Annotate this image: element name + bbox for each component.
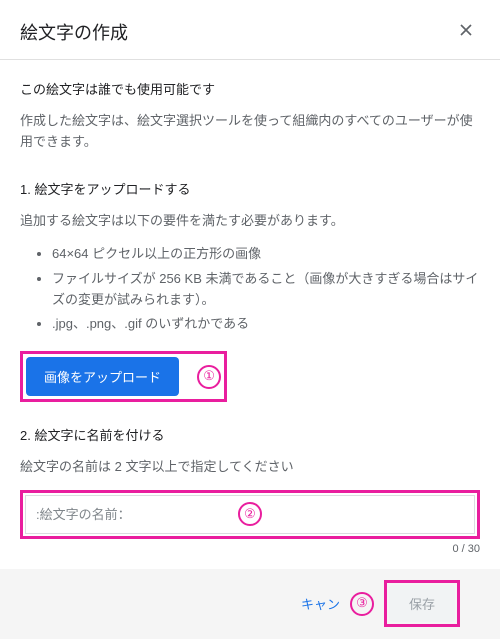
save-button[interactable]: 保存 bbox=[389, 585, 455, 622]
requirement-item: ファイルサイズが 256 KB 未満であること（画像が大きすぎる場合はサイズの変… bbox=[52, 269, 480, 311]
dialog-content: この絵文字は誰でも使用可能です 作成した絵文字は、絵文字選択ツールを使って組織内… bbox=[0, 60, 500, 639]
section-name-title: 2. 絵文字に名前を付ける bbox=[20, 426, 480, 447]
annotation-badge-3: ③ bbox=[350, 592, 374, 616]
create-emoji-dialog: 絵文字の作成 この絵文字は誰でも使用可能です 作成した絵文字は、絵文字選択ツール… bbox=[0, 0, 500, 569]
section-upload-desc: 追加する絵文字は以下の要件を満たす必要があります。 bbox=[20, 211, 480, 232]
intro-description: 作成した絵文字は、絵文字選択ツールを使って組織内のすべてのユーザーが使用できます… bbox=[20, 111, 480, 153]
requirements-list: 64×64 ピクセル以上の正方形の画像 ファイルサイズが 256 KB 未満であ… bbox=[20, 244, 480, 335]
upload-row: 画像をアップロード ① bbox=[20, 351, 227, 402]
cancel-button[interactable]: キャン bbox=[295, 586, 346, 621]
requirement-item: .jpg、.png、.gif のいずれかである bbox=[52, 314, 480, 335]
annotation-badge-1: ① bbox=[197, 365, 221, 389]
section-name-desc: 絵文字の名前は 2 文字以上で指定してください bbox=[20, 457, 480, 478]
dialog-header: 絵文字の作成 bbox=[0, 0, 500, 60]
dialog-title: 絵文字の作成 bbox=[20, 19, 128, 45]
intro-heading: この絵文字は誰でも使用可能です bbox=[20, 80, 480, 101]
requirement-item: 64×64 ピクセル以上の正方形の画像 bbox=[52, 244, 480, 265]
dialog-footer: キャン ③ 保存 bbox=[20, 580, 480, 627]
upload-image-button[interactable]: 画像をアップロード bbox=[26, 357, 179, 396]
name-input-wrap: ② bbox=[20, 490, 480, 539]
close-button[interactable] bbox=[452, 16, 480, 47]
char-counter: 0 / 30 bbox=[20, 541, 480, 559]
close-icon bbox=[456, 20, 476, 40]
annotation-badge-2: ② bbox=[238, 502, 262, 526]
save-button-wrap: 保存 bbox=[384, 580, 460, 627]
section-upload-title: 1. 絵文字をアップロードする bbox=[20, 180, 480, 201]
